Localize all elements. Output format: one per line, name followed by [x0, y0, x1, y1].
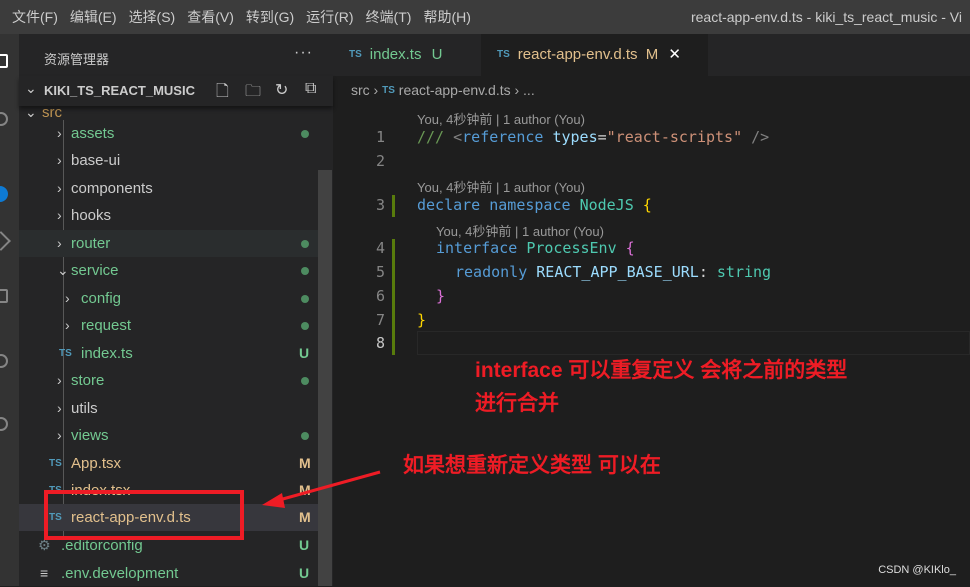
chevron-down-icon: ⌄: [25, 80, 37, 96]
collapse-all-icon[interactable]: ⧉: [305, 80, 316, 98]
project-header[interactable]: ⌄ KIKI_TS_REACT_MUSIC 🗋 🗀 ↻ ⧉: [19, 76, 333, 106]
arrow-head: [262, 493, 285, 508]
new-folder-icon[interactable]: 🗀: [245, 80, 261, 107]
arrow-shaft: [271, 470, 381, 504]
refresh-icon[interactable]: ↻: [275, 80, 288, 100]
watermark: CSDN @KIKlo_: [878, 564, 956, 576]
project-name: KIKI_TS_REACT_MUSIC: [44, 83, 195, 98]
new-file-icon[interactable]: 🗋: [216, 80, 229, 107]
